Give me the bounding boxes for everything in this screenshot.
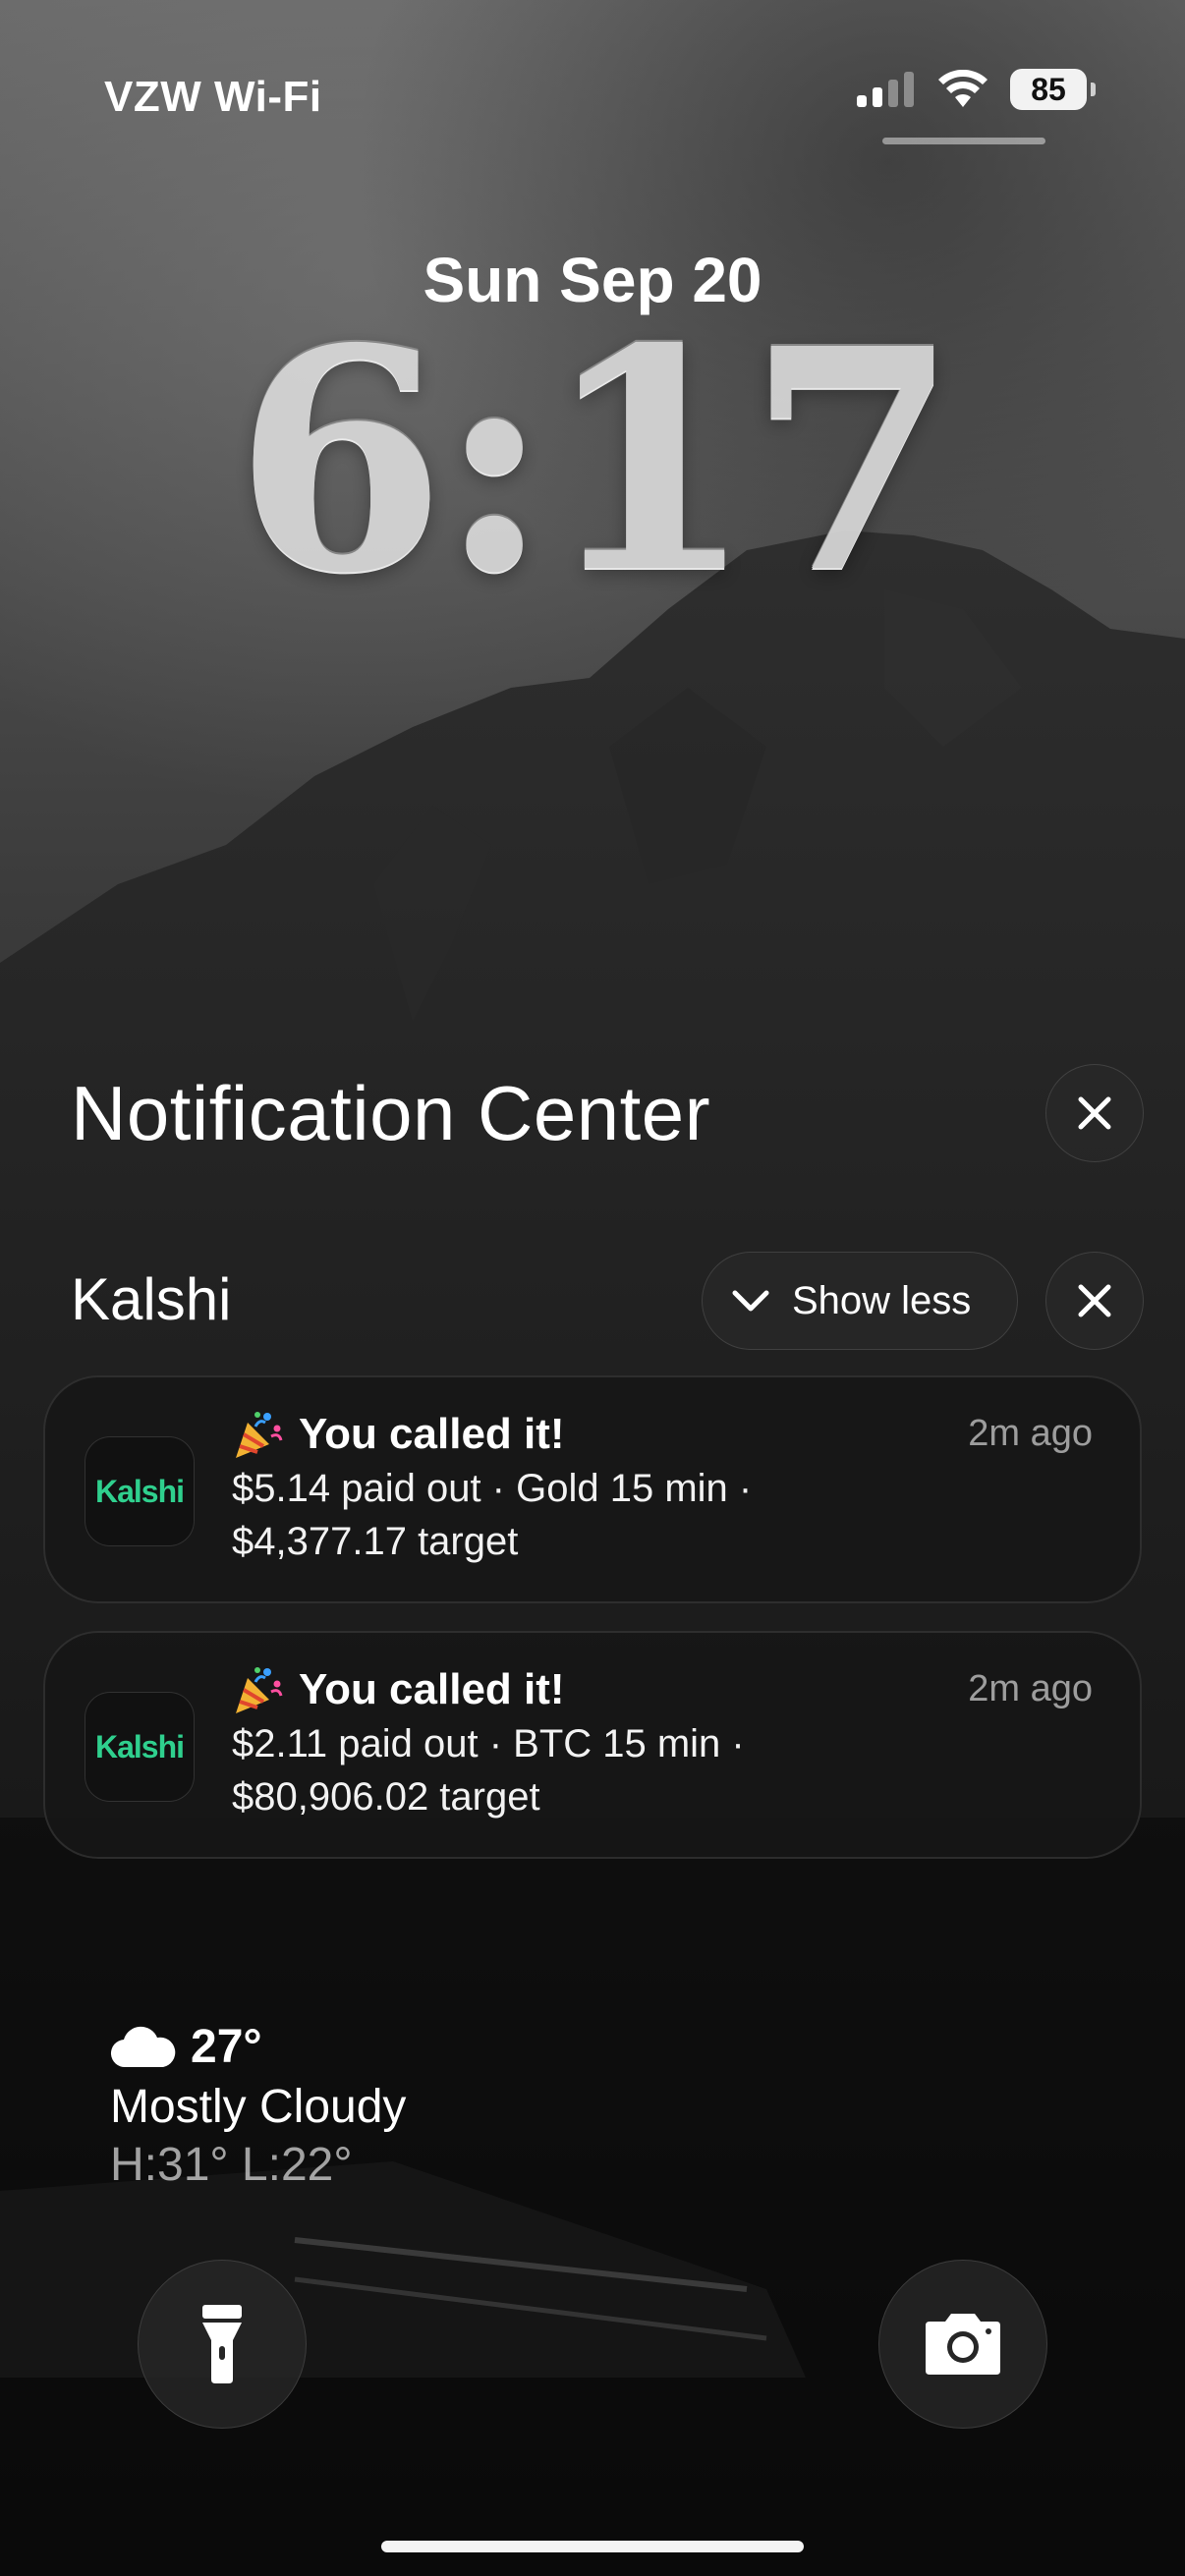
lock-screen-clock: 6:17: [234, 283, 959, 641]
party-popper-icon: [236, 1412, 283, 1458]
flashlight-icon: [202, 2305, 242, 2383]
close-icon: [1078, 1096, 1111, 1130]
notification-body-line: $5.14 paid out · Gold 15 min ·: [232, 1467, 753, 1510]
notification-time: 2m ago: [968, 1668, 1093, 1709]
weather-high-low: H:31° L:22°: [110, 2139, 353, 2191]
notification-card[interactable]: Kalshi You called it! 2m ago $5.14 paid …: [43, 1375, 1142, 1603]
notification-center-title: Notification Center: [71, 1070, 711, 1156]
camera-button[interactable]: [878, 2260, 1047, 2429]
cloud-icon: [110, 2026, 176, 2067]
app-icon-text: Kalshi: [94, 1728, 185, 1764]
notification-title-row: You called it!: [230, 1662, 565, 1717]
notification-group-app-name: Kalshi: [71, 1266, 232, 1332]
clear-all-button[interactable]: [1045, 1064, 1144, 1162]
flashlight-button[interactable]: [138, 2260, 307, 2429]
battery-indicator: 85: [1010, 69, 1096, 110]
notification-body-line: $80,906.02 target: [232, 1775, 540, 1819]
weather-temperature-row: 27°: [110, 2020, 406, 2074]
wifi-icon: [938, 70, 988, 107]
notification-card[interactable]: Kalshi You called it! 2m ago $2.11 paid …: [43, 1631, 1142, 1859]
weather-condition: Mostly Cloudy: [110, 2081, 407, 2133]
app-icon-text: Kalshi: [94, 1473, 185, 1509]
camera-icon: [926, 2314, 1000, 2375]
notification-title: You called it!: [299, 1410, 565, 1458]
notification-body-line: $4,377.17 target: [232, 1520, 519, 1563]
notification-body-line: $2.11 paid out · BTC 15 min ·: [232, 1722, 745, 1765]
notification-time: 2m ago: [968, 1413, 1093, 1454]
notification-title-row: You called it!: [230, 1407, 565, 1462]
notification-body: $2.11 paid out · BTC 15 min · $80,906.02…: [232, 1717, 1097, 1823]
carrier-label: VZW Wi-Fi: [104, 73, 322, 121]
kalshi-app-icon: Kalshi: [85, 1436, 195, 1546]
weather-widget[interactable]: 27° Mostly Cloudy H:31° L:22°: [110, 2020, 406, 2192]
battery-percentage: 85: [1031, 71, 1066, 107]
show-less-label: Show less: [792, 1278, 972, 1322]
clear-group-button[interactable]: [1045, 1252, 1144, 1350]
status-icons: 85: [857, 69, 1096, 110]
weather-temperature: 27°: [191, 2021, 262, 2073]
status-indicator-bar: [882, 138, 1045, 144]
notification-body: $5.14 paid out · Gold 15 min · $4,377.17…: [232, 1462, 1097, 1568]
kalshi-app-icon: Kalshi: [85, 1692, 195, 1802]
chevron-down-icon: [732, 1290, 769, 1312]
close-icon: [1078, 1284, 1111, 1317]
cellular-signal-icon: [857, 72, 914, 107]
home-indicator[interactable]: [381, 2541, 804, 2552]
notification-title: You called it!: [299, 1665, 565, 1713]
show-less-button[interactable]: Show less: [702, 1252, 1018, 1350]
party-popper-icon: [236, 1667, 283, 1713]
